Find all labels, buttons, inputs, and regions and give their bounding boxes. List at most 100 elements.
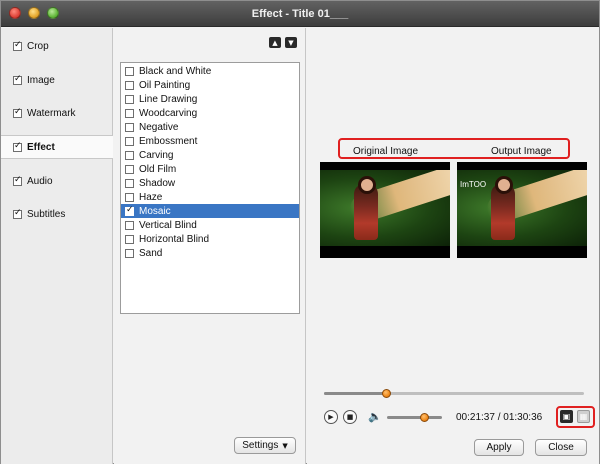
effect-item-oil-painting[interactable]: Oil Painting [121,78,299,92]
time-readout: 00:21:37 / 01:30:36 [456,412,542,423]
effect-label: Oil Painting [139,79,191,91]
effect-item-woodcarving[interactable]: Woodcarving [121,106,299,120]
sidebar-item-effect[interactable]: Effect [1,135,113,159]
split-preview-button[interactable]: ▦ [577,410,590,423]
triangle-down-icon: ▼ [288,38,294,47]
preview-panel: Original Image Output Image ImTOO ▶ ■ 🔈 … [307,28,599,464]
effect-checkbox[interactable] [125,178,134,188]
sidebar-item-audio[interactable]: Audio [1,169,112,193]
current-time: 00:21:37 [456,412,495,423]
volume-slider[interactable] [387,413,442,422]
triangle-up-icon: ▲ [272,38,278,47]
split-view-icon: ▦ [579,412,588,421]
effect-checkbox[interactable] [125,66,134,76]
time-separator: / [497,412,501,423]
effect-item-black-and-white[interactable]: Black and White [121,64,299,78]
effect-label: Old Film [139,163,177,175]
effect-item-old-film[interactable]: Old Film [121,162,299,176]
effect-window: Effect - Title 01___ Crop Image Watermar… [0,0,600,464]
single-view-icon: ▣ [562,412,571,421]
effect-item-negative[interactable]: Negative [121,120,299,134]
effect-label: Vertical Blind [139,219,197,231]
sidebar-item-label: Audio [27,175,53,187]
settings-label: Settings [242,440,279,451]
effect-checkbox[interactable] [125,150,134,160]
effect-label: Embossment [139,135,198,147]
effect-checkbox[interactable] [125,192,134,202]
effect-item-shadow[interactable]: Shadow [121,176,299,190]
effect-label: Negative [139,121,179,133]
effect-listbox[interactable]: Black and White Oil Painting Line Drawin… [120,62,300,314]
effect-item-carving[interactable]: Carving [121,148,299,162]
effect-checkbox[interactable] [125,80,134,90]
crop-checkbox[interactable] [13,40,22,51]
original-frame-image [320,170,450,246]
subtitles-checkbox[interactable] [13,208,22,219]
effect-checkbox[interactable] [125,136,134,146]
apply-label: Apply [486,442,512,453]
effect-checkbox[interactable] [13,141,22,152]
effect-item-line-drawing[interactable]: Line Drawing [121,92,299,106]
sidebar-item-label: Subtitles [27,208,66,220]
image-checkbox[interactable] [13,74,22,85]
effect-label: Woodcarving [139,107,198,119]
effect-label: Mosaic [139,205,171,217]
sidebar-item-label: Image [27,74,55,86]
chevron-down-icon: ▼ [282,441,288,450]
sidebar-item-watermark[interactable]: Watermark [1,101,112,125]
effect-label: Shadow [139,177,176,189]
stop-button[interactable]: ■ [343,410,357,424]
play-button[interactable]: ▶ [324,410,338,424]
effect-item-horizontal-blind[interactable]: Horizontal Blind [121,232,299,246]
effect-item-mosaic[interactable]: Mosaic [121,204,299,218]
effect-checkbox[interactable] [125,94,134,104]
effect-item-haze[interactable]: Haze [121,190,299,204]
speaker-icon[interactable]: 🔈 [368,410,382,423]
effect-list-panel: ▲ ▼ Black and White Oil Painting Line Dr… [114,28,306,464]
close-button[interactable]: Close [535,439,587,456]
effect-label: Line Drawing [139,93,198,105]
effect-label: Haze [139,191,163,203]
effect-checkbox[interactable] [125,205,134,216]
output-preview: ImTOO [457,162,587,258]
move-down-button[interactable]: ▼ [285,37,297,48]
total-time: 01:30:36 [503,412,543,423]
output-image-label: Output Image [491,146,552,157]
sidebar-item-label: Watermark [27,107,76,119]
effect-label: Black and White [139,65,212,77]
close-label: Close [548,442,574,453]
play-icon: ▶ [328,413,334,421]
effect-item-embossment[interactable]: Embossment [121,134,299,148]
audio-checkbox[interactable] [13,175,22,186]
seek-progress-fill [324,392,387,395]
effect-label: Sand [139,247,163,259]
stop-icon: ■ [346,413,354,421]
settings-button[interactable]: Settings ▼ [234,437,296,454]
effect-item-vertical-blind[interactable]: Vertical Blind [121,218,299,232]
move-up-button[interactable]: ▲ [269,37,281,48]
effect-checkbox[interactable] [125,108,134,118]
sidebar-item-crop[interactable]: Crop [1,34,112,58]
seek-knob[interactable] [382,389,392,398]
original-image-label: Original Image [353,146,419,157]
original-preview [320,162,450,258]
sidebar-item-image[interactable]: Image [1,68,112,92]
seek-slider[interactable] [324,389,584,398]
effect-checkbox[interactable] [125,220,134,230]
sidebar-item-subtitles[interactable]: Subtitles [1,202,112,226]
effect-checkbox[interactable] [125,234,134,244]
apply-button[interactable]: Apply [474,439,524,456]
watermark-checkbox[interactable] [13,107,22,118]
single-preview-button[interactable]: ▣ [560,410,573,423]
window-title: Effect - Title 01___ [251,8,349,20]
volume-knob[interactable] [420,413,430,422]
effect-label: Carving [139,149,174,161]
effect-checkbox[interactable] [125,164,134,174]
sidebar-item-label: Crop [27,40,49,52]
output-frame-image: ImTOO [457,170,587,246]
sidebar: Crop Image Watermark Effect Audio Subtit… [1,28,113,464]
effect-item-sand[interactable]: Sand [121,246,299,260]
effect-checkbox[interactable] [125,122,134,132]
effect-checkbox[interactable] [125,248,134,258]
effect-label: Horizontal Blind [139,233,210,245]
